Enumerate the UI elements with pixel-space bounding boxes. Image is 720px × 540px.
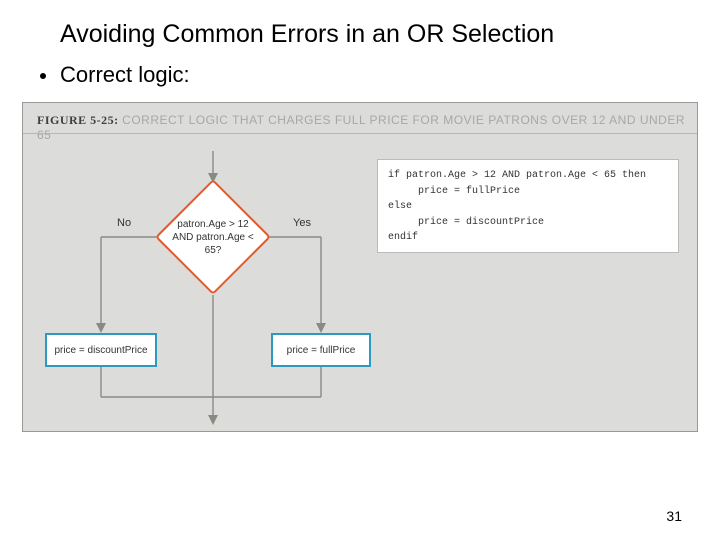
figure-container: FIGURE 5-25: CORRECT LOGIC THAT CHARGES …	[22, 102, 698, 432]
decision-node: patron.Age > 12 AND patron.Age < 65?	[155, 179, 271, 295]
process-full: price = fullPrice	[271, 333, 371, 367]
code-l5: endif	[388, 232, 418, 243]
code-l2: price = fullPrice	[388, 186, 520, 197]
branch-label-yes: Yes	[293, 217, 311, 229]
slide-title: Avoiding Common Errors in an OR Selectio…	[60, 20, 680, 49]
bullet-text: Correct logic:	[60, 62, 190, 87]
code-l3: else	[388, 201, 412, 212]
flowchart: patron.Age > 12 AND patron.Age < 65? No …	[45, 151, 365, 421]
bullet-line: Correct logic:	[40, 62, 190, 88]
figure-number: FIGURE 5-25:	[37, 113, 119, 127]
figure-caption: CORRECT LOGIC THAT CHARGES FULL PRICE FO…	[37, 113, 685, 142]
page-number: 31	[666, 508, 682, 524]
code-l4: price = discountPrice	[388, 217, 544, 228]
bullet-dot-icon	[40, 73, 46, 79]
code-l1: if patron.Age > 12 AND patron.Age < 65 t…	[388, 170, 646, 181]
decision-text: patron.Age > 12 AND patron.Age < 65?	[155, 179, 271, 295]
figure-label: FIGURE 5-25: CORRECT LOGIC THAT CHARGES …	[37, 113, 697, 143]
decision-line1: patron.Age > 12	[177, 218, 248, 231]
figure-divider	[23, 133, 697, 134]
pseudocode-box: if patron.Age > 12 AND patron.Age < 65 t…	[377, 159, 679, 253]
process-discount: price = discountPrice	[45, 333, 157, 367]
decision-line2: AND patron.Age <	[172, 231, 253, 244]
decision-line3: 65?	[205, 244, 222, 257]
branch-label-no: No	[117, 217, 131, 229]
